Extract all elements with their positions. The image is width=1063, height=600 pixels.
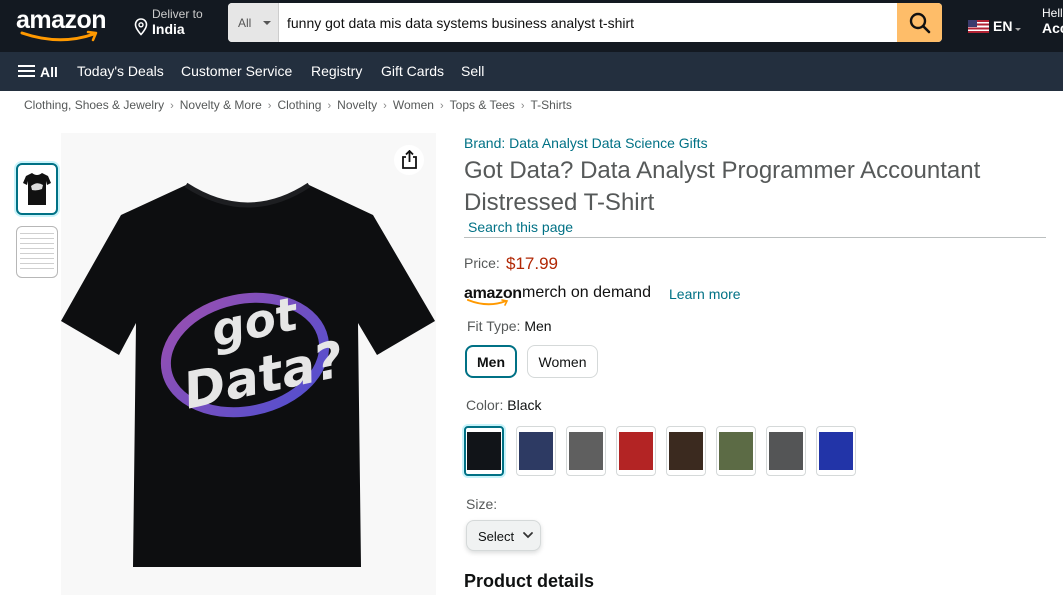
color-swatch[interactable]	[816, 426, 856, 476]
breadcrumb-separator-icon: ›	[439, 100, 444, 112]
language-code: EN	[993, 18, 1013, 34]
color-swatch[interactable]	[766, 426, 806, 476]
color-swatch-fill	[669, 432, 703, 470]
breadcrumb-link[interactable]: Women	[393, 98, 434, 112]
tshirt-image: got Data?	[61, 182, 435, 567]
logo-smile-icon	[20, 30, 98, 42]
share-icon	[402, 150, 417, 169]
breadcrumb-link[interactable]: Clothing	[277, 98, 321, 112]
product-title: Got Data? Data Analyst Programmer Accoun…	[464, 157, 981, 216]
search-button[interactable]	[897, 3, 942, 42]
deliver-to[interactable]: Deliver to India	[132, 7, 222, 43]
breadcrumb-link[interactable]: Clothing, Shoes & Jewelry	[24, 98, 164, 112]
nav-all-label: All	[40, 64, 58, 80]
price-value: $17.99	[506, 254, 558, 273]
search-category-dropdown[interactable]: All	[228, 3, 279, 42]
product-details-heading: Product details	[464, 571, 595, 591]
breadcrumb-link[interactable]: T-Shirts	[530, 98, 571, 112]
chevron-down-icon	[523, 532, 533, 539]
language-selector[interactable]: EN	[968, 18, 1028, 36]
location-pin-icon	[134, 18, 148, 36]
account-label: Acc	[1042, 20, 1063, 36]
nav-item-gift-cards[interactable]: Gift Cards	[381, 63, 444, 79]
size-label: Size:	[466, 496, 498, 512]
thumbnail-size-chart[interactable]	[16, 226, 58, 278]
color-swatch[interactable]	[616, 426, 656, 476]
color-swatch-fill	[467, 432, 501, 470]
merch-on-demand-badge: amazon merch on demand Learn more	[464, 284, 744, 308]
color-swatch-fill	[819, 432, 853, 470]
divider	[464, 237, 1046, 238]
search-input[interactable]	[279, 3, 897, 42]
color-swatch[interactable]	[716, 426, 756, 476]
color-swatch-fill	[769, 432, 803, 470]
chevron-down-icon	[263, 21, 271, 25]
color-swatch-fill	[719, 432, 753, 470]
thumbnail-shirt[interactable]	[16, 163, 58, 215]
deliver-to-location: India	[152, 21, 185, 37]
search-bar: All	[228, 3, 942, 42]
color-swatch-fill	[619, 432, 653, 470]
amazon-logo[interactable]: amazon	[16, 6, 116, 42]
color-swatch[interactable]	[666, 426, 706, 476]
breadcrumb-separator-icon: ›	[267, 100, 272, 112]
logo-smile-icon	[467, 299, 509, 306]
fit-type-selected: Men	[524, 318, 552, 334]
top-header: amazon Deliver to India All EN	[0, 0, 1063, 52]
nav-item-sell[interactable]: Sell	[461, 63, 484, 79]
price-label: Price:	[464, 255, 500, 271]
nav-item-customer-service[interactable]: Customer Service	[181, 63, 292, 79]
brand-link[interactable]: Brand: Data Analyst Data Science Gifts	[464, 135, 708, 151]
account-menu[interactable]: Hell Acc	[1042, 6, 1063, 42]
fit-type-heading: Fit Type:	[467, 318, 521, 334]
color-swatch-fill	[519, 432, 553, 470]
fit-option-women[interactable]: Women	[527, 345, 598, 378]
hamburger-icon	[18, 65, 35, 78]
nav-item-registry[interactable]: Registry	[311, 63, 362, 79]
deliver-to-label: Deliver to	[152, 7, 203, 21]
color-selected: Black	[507, 397, 542, 413]
search-this-page-link[interactable]: Search this page	[468, 219, 573, 235]
size-select-label: Select	[478, 529, 515, 544]
share-button[interactable]	[394, 145, 424, 175]
nav-item-todays-deals[interactable]: Today's Deals	[77, 63, 164, 79]
search-category-label: All	[238, 16, 252, 30]
color-swatch[interactable]	[566, 426, 606, 476]
size-chart-image	[20, 233, 54, 271]
breadcrumb-separator-icon: ›	[383, 100, 387, 112]
breadcrumb-link[interactable]: Tops & Tees	[450, 98, 515, 112]
breadcrumb-link[interactable]: Novelty	[337, 98, 377, 112]
search-icon	[909, 12, 931, 34]
main-product-image[interactable]: got Data?	[61, 133, 436, 595]
color-swatch-fill	[569, 432, 603, 470]
merch-label: merch on demand	[522, 284, 651, 301]
breadcrumb-separator-icon: ›	[520, 100, 525, 112]
size-select-dropdown[interactable]: Select	[466, 520, 541, 551]
breadcrumb: Clothing, Shoes & Jewelry › Novelty & More…	[24, 98, 572, 112]
breadcrumb-link[interactable]: Novelty & More	[180, 98, 262, 112]
tshirt-thumbnail-icon	[23, 173, 51, 205]
breadcrumb-separator-icon: ›	[327, 100, 332, 112]
color-swatch[interactable]	[516, 426, 556, 476]
fit-option-label: Women	[538, 354, 587, 370]
us-flag-icon	[968, 20, 989, 33]
fit-option-label: Men	[477, 354, 505, 370]
breadcrumb-separator-icon: ›	[170, 100, 174, 112]
color-label: Color: Black	[466, 397, 541, 413]
color-heading: Color:	[466, 397, 504, 413]
learn-more-link[interactable]: Learn more	[669, 286, 741, 302]
chevron-down-icon	[1015, 28, 1021, 31]
account-greeting: Hell	[1042, 6, 1063, 20]
fit-type-label: Fit Type: Men	[467, 318, 552, 334]
fit-option-men[interactable]: Men	[465, 345, 517, 378]
nav-bar: All Today's Deals Customer Service Regis…	[0, 52, 1063, 91]
color-swatch[interactable]	[464, 426, 504, 476]
